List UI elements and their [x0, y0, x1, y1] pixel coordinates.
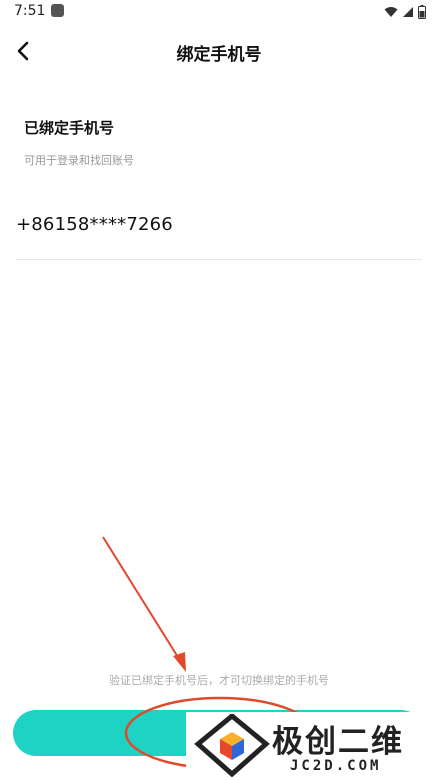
watermark-domain: JC2D.COM [290, 758, 382, 774]
annotation-arrow-line [102, 536, 182, 663]
watermark-text: 极创二维 [272, 724, 404, 760]
bound-phone-heading: 已绑定手机号 [24, 119, 115, 137]
bound-phone-number: +86158****7266 [16, 214, 173, 235]
bound-phone-subtitle: 可用于登录和找回账号 [24, 154, 134, 167]
verify-hint-text: 验证已绑定手机号后，才可切换绑定的手机号 [109, 674, 329, 687]
annotation-arrow-head [173, 652, 186, 672]
cube-logo-icon [194, 714, 270, 778]
wifi-icon [384, 7, 398, 17]
status-bar: 7:51 [0, 0, 438, 26]
status-time: 7:51 [14, 3, 46, 19]
app-notification-icon [51, 4, 64, 17]
signal-icon [403, 7, 413, 17]
header-bar: 绑定手机号 [0, 28, 438, 74]
battery-icon [418, 5, 426, 19]
divider [16, 259, 422, 260]
page-title: 绑定手机号 [176, 45, 262, 65]
status-icons [384, 5, 426, 19]
watermark: 极创二维 JC2D.COM [186, 712, 438, 780]
